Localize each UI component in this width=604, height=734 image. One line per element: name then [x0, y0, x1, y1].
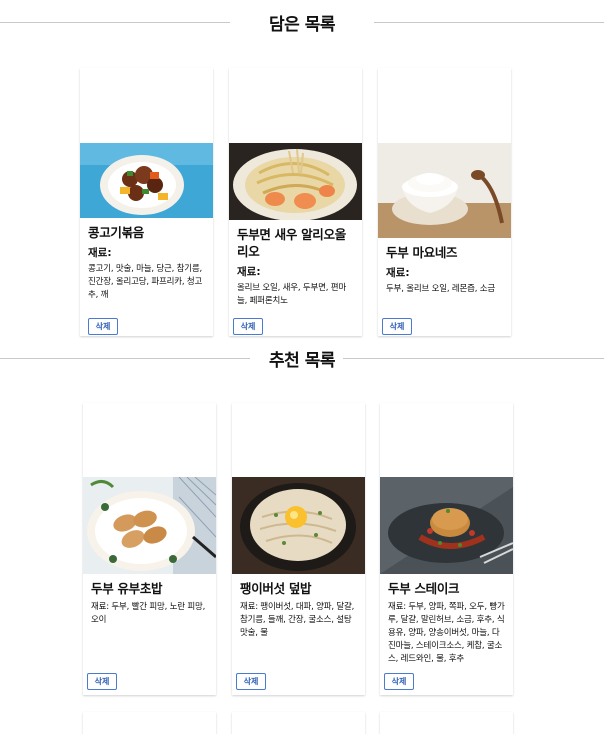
tofu-mayo-photo — [378, 143, 511, 238]
recommended-recipe-card[interactable]: 두부 스테이크 재료: 두부, 양파, 쪽파, 오두, 빵가루, 달걀, 말린허… — [380, 403, 513, 695]
ingredients-label: 재료: — [88, 247, 112, 259]
ingredients-value: 두부, 빨간 피망, 노란 피망, 오이 — [91, 602, 206, 625]
tofu-inari-photo — [83, 477, 216, 574]
saved-recipe-card[interactable]: 두부면 새우 알리오올리오 재료: 올리브 오일, 새우, 두부면, 편마늘, … — [229, 68, 362, 336]
recommended-recipe-card[interactable] — [83, 712, 216, 734]
delete-button[interactable]: 삭제 — [233, 318, 263, 335]
delete-button[interactable]: 삭제 — [382, 318, 412, 335]
recommended-recipe-card[interactable] — [380, 712, 513, 734]
delete-button[interactable]: 삭제 — [236, 673, 266, 690]
ingredients-label: 재료: — [237, 266, 261, 278]
header-rule-left — [0, 22, 230, 23]
recommended-recipe-card[interactable]: 두부 유부초밥 재료: 두부, 빨간 피망, 노란 피망, 오이 삭제 — [83, 403, 216, 695]
recommended-section-header: 추천 목록 — [0, 345, 604, 371]
ingredients-label: 재료: — [91, 602, 109, 612]
recipe-name: 두부 유부초밥 — [91, 581, 163, 596]
ingredients-text: 재료: 두부, 양파, 쪽파, 오두, 빵가루, 달걀, 말린허브, 소금, 후… — [388, 601, 505, 666]
delete-button[interactable]: 삭제 — [88, 318, 118, 335]
recommended-recipe-card[interactable]: 팽이버섯 덮밥 재료: 팽이버섯, 대파, 양파, 달걀, 참기름, 들깨, 간… — [232, 403, 365, 695]
saved-recipe-card[interactable]: 두부 마요네즈 재료: 두부, 올리브 오일, 레몬즙, 소금 삭제 — [378, 68, 511, 336]
ingredients-label: 재료: — [388, 602, 406, 612]
ingredients-label: 재료: — [386, 267, 410, 279]
braised-soy-meat-photo — [80, 143, 213, 218]
recipe-name: 두부면 새우 알리오올리오 — [237, 227, 346, 259]
recommended-section-title: 추천 목록 — [261, 345, 343, 371]
saved-recipe-card[interactable]: 콩고기볶음 재료: 콩고기, 맛술, 마늘, 당근, 참기름, 진간장, 올리고… — [80, 68, 213, 336]
enoki-rice-bowl-photo — [232, 477, 365, 574]
ingredients-text: 재료: 두부, 빨간 피망, 노란 피망, 오이 — [91, 601, 208, 627]
tofu-steak-photo — [380, 477, 513, 574]
ingredients-value: 두부, 양파, 쪽파, 오두, 빵가루, 달걀, 말린허브, 소금, 후추, 식… — [388, 602, 505, 664]
delete-button[interactable]: 삭제 — [384, 673, 414, 690]
ingredients-text: 올리브 오일, 새우, 두부면, 편마늘, 페퍼론치노 — [237, 283, 346, 306]
delete-button[interactable]: 삭제 — [87, 673, 117, 690]
recipe-name: 두부 스테이크 — [388, 581, 460, 596]
ingredients-text: 두부, 올리브 오일, 레몬즙, 소금 — [386, 284, 495, 294]
page: 담은 목록 콩고기볶음 재료: 콩고기, 맛술, 마늘, 당근, 참기름, 진간… — [0, 0, 604, 734]
recipe-name: 두부 마요네즈 — [386, 245, 458, 260]
recommended-recipe-card[interactable] — [232, 712, 365, 734]
ingredients-text: 콩고기, 맛술, 마늘, 당근, 참기름, 진간장, 올리고당, 파프리카, 청… — [88, 264, 203, 300]
recipe-name: 콩고기볶음 — [88, 225, 145, 240]
ingredients-value: 팽이버섯, 대파, 양파, 달걀, 참기름, 들깨, 간장, 굴소스, 설탕 맛… — [240, 602, 355, 638]
header-rule-left — [0, 358, 250, 359]
saved-section-header: 담은 목록 — [0, 9, 604, 35]
saved-section-title: 담은 목록 — [261, 9, 343, 35]
ingredients-text: 재료: 팽이버섯, 대파, 양파, 달걀, 참기름, 들깨, 간장, 굴소스, … — [240, 601, 357, 640]
header-rule-right — [334, 358, 604, 359]
recipe-name: 팽이버섯 덮밥 — [240, 581, 312, 596]
shrimp-aglio-olio-photo — [229, 143, 362, 220]
header-rule-right — [374, 22, 604, 23]
ingredients-label: 재료: — [240, 602, 258, 612]
